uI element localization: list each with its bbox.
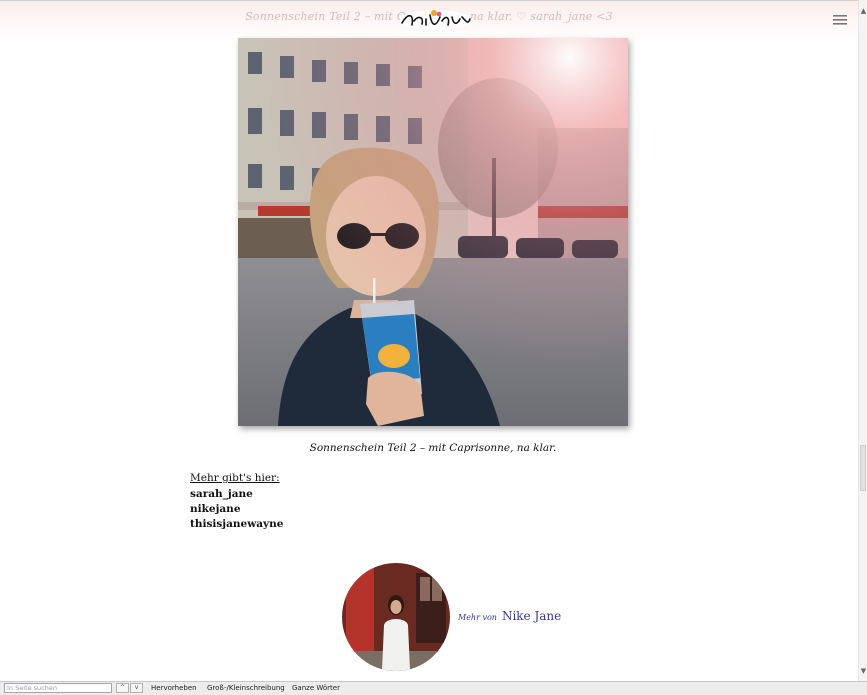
site-header: Sonnenschein Teil 2 – mit Caprisonne, na… xyxy=(0,0,858,42)
find-next-button[interactable]: v xyxy=(130,683,143,693)
vertical-scrollbar[interactable]: ▲ ▼ xyxy=(858,0,867,681)
find-in-page-input[interactable] xyxy=(4,683,112,693)
author-avatar[interactable] xyxy=(342,563,450,671)
hamburger-menu-icon[interactable] xyxy=(833,14,847,26)
more-links-block: Mehr gibt's hier: sarah_jane nikejane th… xyxy=(190,472,283,532)
more-links-label: Mehr gibt's hier: xyxy=(190,472,280,484)
post-photo-illustration xyxy=(238,38,628,426)
photo-caption: Sonnenschein Teil 2 – mit Caprisonne, na… xyxy=(309,442,557,454)
match-case-option[interactable]: Groß-/Kleinschreibung xyxy=(207,684,285,692)
author-avatar-illustration xyxy=(342,563,450,671)
highlight-all-option[interactable]: Hervorheben xyxy=(151,684,197,692)
more-link-thisisjanewayne[interactable]: thisisjanewayne xyxy=(190,517,283,532)
scroll-up-arrow-icon[interactable]: ▲ xyxy=(859,6,867,16)
more-link-sarah-jane[interactable]: sarah_jane xyxy=(190,487,283,502)
find-previous-button[interactable]: ^ xyxy=(116,683,129,693)
more-link-nikejane[interactable]: nikejane xyxy=(190,502,283,517)
author-name[interactable]: Nike Jane xyxy=(502,609,561,623)
find-bar: ^ v Hervorheben Groß-/Kleinschreibung Ga… xyxy=(0,681,867,695)
scrollbar-thumb[interactable] xyxy=(860,445,866,491)
post-photo[interactable] xyxy=(238,38,628,426)
site-logo[interactable] xyxy=(396,7,476,33)
scroll-down-arrow-icon[interactable]: ▼ xyxy=(859,666,867,676)
author-prefix: Mehr von xyxy=(458,613,497,622)
author-more-link[interactable]: Mehr von Nike Jane xyxy=(458,609,561,623)
whole-words-option[interactable]: Ganze Wörter xyxy=(292,684,340,692)
